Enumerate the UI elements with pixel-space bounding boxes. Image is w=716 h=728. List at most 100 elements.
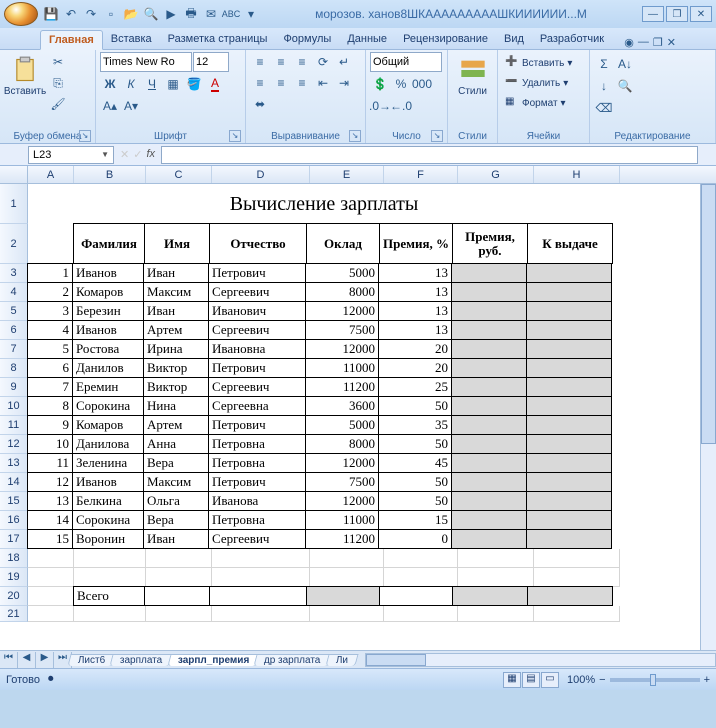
cell-total[interactable] xyxy=(526,491,612,511)
cell-empty[interactable] xyxy=(310,606,384,622)
cell-bonus-pct[interactable]: 15 xyxy=(378,510,452,530)
cell-empty[interactable] xyxy=(212,549,310,568)
cell-name[interactable]: Артем xyxy=(143,415,209,435)
col-header-D[interactable]: D xyxy=(212,166,310,183)
first-sheet-icon[interactable]: ⏮ xyxy=(0,652,18,668)
cell-bonus-pct[interactable]: 0 xyxy=(378,529,452,549)
tab-Главная[interactable]: Главная xyxy=(40,30,103,50)
cell-salary[interactable]: 5000 xyxy=(305,263,379,283)
cell-empty[interactable] xyxy=(534,549,620,568)
cell-surname[interactable]: Комаров xyxy=(72,415,144,435)
col-header-E[interactable]: E xyxy=(310,166,384,183)
cell-name[interactable]: Нина xyxy=(143,396,209,416)
fill-color-icon[interactable]: 🪣 xyxy=(184,74,204,94)
cell-empty[interactable] xyxy=(28,606,74,622)
vertical-scrollbar[interactable] xyxy=(700,184,716,650)
cell-salary[interactable]: 11000 xyxy=(305,510,379,530)
cell-num[interactable]: 7 xyxy=(27,377,73,397)
cell-empty[interactable] xyxy=(384,606,458,622)
row-header-2[interactable]: 2 xyxy=(0,224,28,264)
cell-bonus-pct[interactable]: 20 xyxy=(378,339,452,359)
fill-icon[interactable]: ↓ xyxy=(594,76,614,96)
cell-bonus-pct[interactable]: 13 xyxy=(378,282,452,302)
cell-empty[interactable] xyxy=(310,549,384,568)
align-middle-icon[interactable]: ≡ xyxy=(271,52,291,72)
cell-surname[interactable]: Иванов xyxy=(72,320,144,340)
col-header-A[interactable]: A xyxy=(28,166,74,183)
quick-print-icon[interactable]: 🖶 xyxy=(182,5,200,23)
cell-num[interactable]: 13 xyxy=(27,491,73,511)
cell-salary[interactable]: 12000 xyxy=(305,491,379,511)
cell-bonus-rub[interactable] xyxy=(451,377,527,397)
font-name-combo[interactable] xyxy=(100,52,192,72)
row-header-18[interactable]: 18 xyxy=(0,549,28,568)
comma-format-icon[interactable]: 000 xyxy=(412,74,432,94)
help-icon[interactable]: ◉ xyxy=(624,36,634,49)
normal-view-icon[interactable]: ▦ xyxy=(503,672,521,688)
cell-bonus-pct[interactable]: 13 xyxy=(378,320,452,340)
row-header-20[interactable]: 20 xyxy=(0,587,28,606)
increase-indent-icon[interactable]: ⇥ xyxy=(334,73,354,93)
cell-name[interactable]: Ольга xyxy=(143,491,209,511)
cell-total[interactable] xyxy=(526,377,612,397)
cell-empty[interactable] xyxy=(74,568,146,587)
cell-name[interactable]: Максим xyxy=(143,282,209,302)
col-header-H[interactable]: H xyxy=(534,166,620,183)
tab-Рецензирование[interactable]: Рецензирование xyxy=(395,30,496,49)
cell-bonus-pct[interactable]: 13 xyxy=(378,301,452,321)
sheet-tab[interactable]: др зарплата xyxy=(253,654,331,666)
align-right-icon[interactable]: ≡ xyxy=(292,73,312,93)
row-header-12[interactable]: 12 xyxy=(0,435,28,454)
cell-bonus-rub[interactable] xyxy=(451,263,527,283)
cell-bonus-pct[interactable]: 50 xyxy=(378,472,452,492)
cell-salary[interactable]: 11000 xyxy=(305,358,379,378)
cell-salary[interactable]: 7500 xyxy=(305,320,379,340)
cell-empty[interactable] xyxy=(458,606,534,622)
cell-empty[interactable] xyxy=(146,549,212,568)
cell-name[interactable]: Максим xyxy=(143,472,209,492)
cell-surname[interactable]: Данилова xyxy=(72,434,144,454)
font-dialog-launcher[interactable]: ↘ xyxy=(229,130,241,142)
col-header-F[interactable]: F xyxy=(384,166,458,183)
border-icon[interactable]: ▦ xyxy=(163,74,183,94)
tab-Разметка страницы[interactable]: Разметка страницы xyxy=(160,30,276,49)
cell-total[interactable] xyxy=(526,510,612,530)
align-dialog-launcher[interactable]: ↘ xyxy=(349,130,361,142)
prev-sheet-icon[interactable]: ◀ xyxy=(18,652,36,668)
cell-num[interactable]: 5 xyxy=(27,339,73,359)
cell-total[interactable] xyxy=(526,472,612,492)
align-bottom-icon[interactable]: ≡ xyxy=(292,52,312,72)
underline-icon[interactable]: Ч xyxy=(142,74,162,94)
format-cells-button[interactable]: ▦Формат ▾ xyxy=(502,94,569,112)
office-button[interactable] xyxy=(4,2,38,26)
zoom-slider[interactable] xyxy=(610,678,700,682)
cell-bonus-pct[interactable]: 50 xyxy=(378,396,452,416)
cell-empty[interactable] xyxy=(74,549,146,568)
align-left-icon[interactable]: ≡ xyxy=(250,73,270,93)
name-box[interactable]: L23▼ xyxy=(28,146,114,164)
sheet-title[interactable]: Вычисление зарплаты xyxy=(28,184,620,224)
increase-decimal-icon[interactable]: .0→ xyxy=(370,96,390,116)
cell-empty[interactable] xyxy=(310,568,384,587)
copy-icon[interactable]: ⎘ xyxy=(48,73,68,93)
tab-Формулы[interactable]: Формулы xyxy=(275,30,339,49)
cell-bonus-pct[interactable]: 20 xyxy=(378,358,452,378)
sort-filter-icon[interactable]: A↓ xyxy=(615,54,635,74)
col-header-B[interactable]: B xyxy=(74,166,146,183)
restore-button[interactable]: ❐ xyxy=(666,6,688,22)
cell-num[interactable]: 11 xyxy=(27,453,73,473)
cell-empty[interactable] xyxy=(384,568,458,587)
cell-patronymic[interactable]: Петрович xyxy=(208,415,306,435)
cell-bonus-pct[interactable]: 50 xyxy=(378,434,452,454)
sheet-tab[interactable]: зарплата xyxy=(110,654,174,666)
decrease-decimal-icon[interactable]: ←.0 xyxy=(391,96,411,116)
cell-total[interactable] xyxy=(526,434,612,454)
cell-empty[interactable] xyxy=(458,549,534,568)
zoom-in-icon[interactable]: + xyxy=(704,674,710,686)
cell-patronymic[interactable]: Сергеевич xyxy=(208,529,306,549)
cell-salary[interactable]: 8000 xyxy=(305,282,379,302)
run-icon[interactable]: ▶ xyxy=(162,5,180,23)
cell-bonus-pct[interactable]: 13 xyxy=(378,263,452,283)
fx-icon[interactable]: fx xyxy=(146,148,155,161)
cell-total-bonus[interactable] xyxy=(452,586,528,606)
